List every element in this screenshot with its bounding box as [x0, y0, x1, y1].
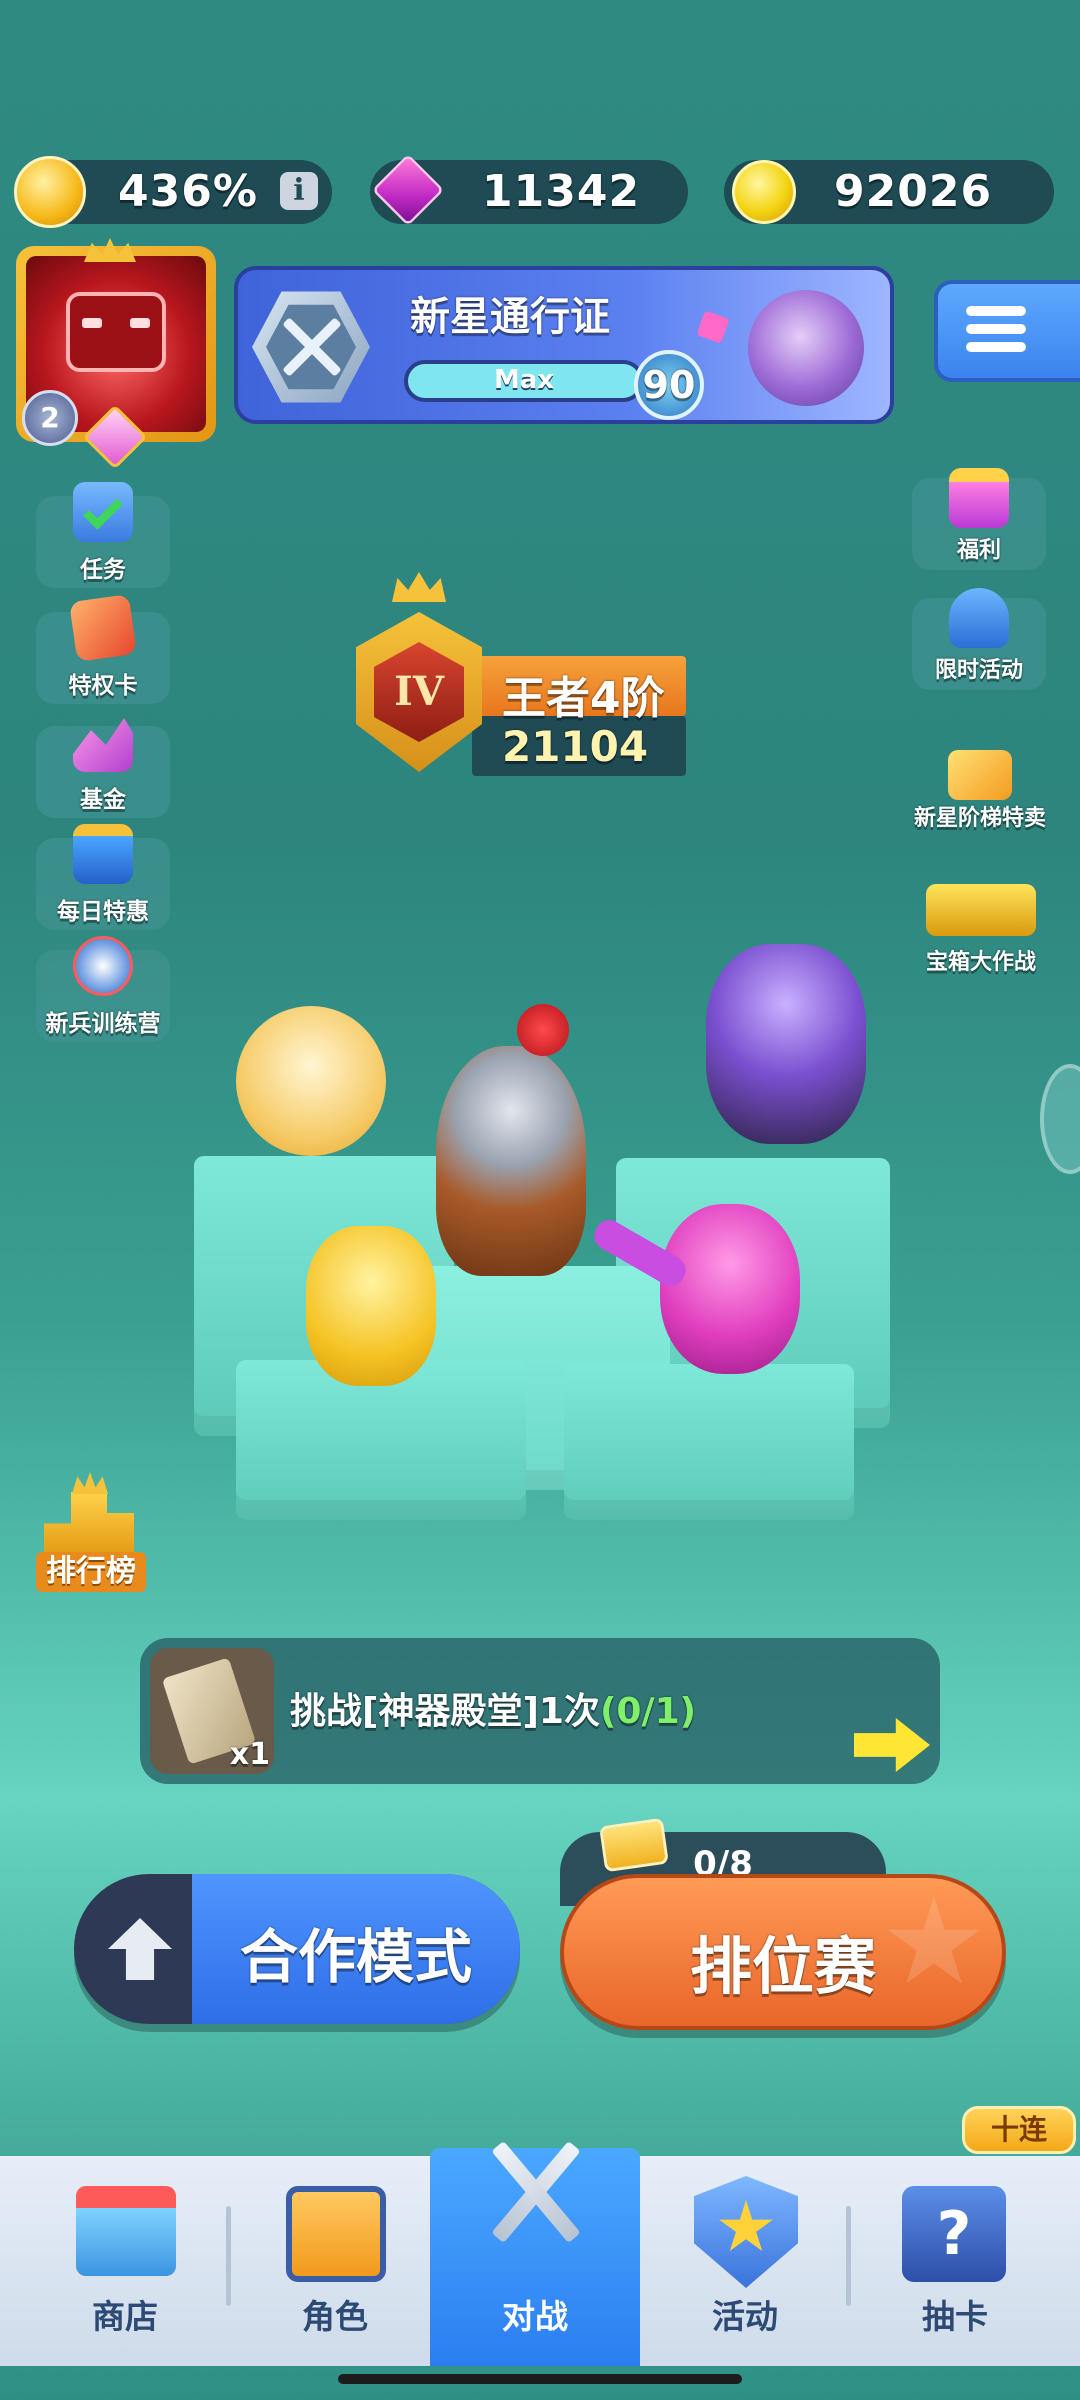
- nav-gacha[interactable]: ? 抽卡: [850, 2156, 1060, 2366]
- fund-chart-icon: [73, 718, 133, 772]
- profile-level-badge: 2: [22, 390, 78, 446]
- crown-coin-icon: [14, 156, 86, 228]
- gift-icon: [949, 468, 1009, 528]
- medal-icon: [73, 936, 133, 996]
- coop-mode-button[interactable]: 合作模式: [74, 1874, 520, 2024]
- treasure-chest-icon: [926, 884, 1036, 936]
- rank-info-plate: 王者4阶 21104: [472, 656, 686, 776]
- pink-brawler-character[interactable]: [660, 1204, 800, 1374]
- hamburger-icon: [966, 306, 1026, 352]
- character-cards-icon: [286, 2186, 386, 2282]
- crossed-swords-badge-icon: [252, 291, 370, 403]
- platform-front-right: [564, 1364, 854, 1520]
- challenge-progress: (0/1): [599, 1691, 697, 1732]
- nav-label: 抽卡: [922, 2297, 988, 2336]
- artifact-scroll-icon: x1: [150, 1648, 274, 1774]
- side-item-chest-battle[interactable]: 宝箱大作战: [904, 876, 1058, 976]
- side-item-label: 新兵训练营: [45, 1011, 161, 1037]
- leaderboard-label: 排行榜: [36, 1552, 146, 1592]
- side-item-label: 特权卡: [68, 673, 138, 699]
- nav-label: 对战: [502, 2297, 568, 2336]
- shop-icon: [76, 2186, 176, 2276]
- clock-icon: [949, 588, 1009, 648]
- side-item-label: 宝箱大作战: [925, 950, 1036, 975]
- coins-bar[interactable]: 92026: [724, 160, 1054, 224]
- side-item-limited-event[interactable]: 限时活动: [912, 588, 1046, 690]
- main-menu-button[interactable]: [934, 280, 1080, 382]
- crossed-swords-icon: [470, 2128, 600, 2258]
- side-item-label: 新星阶梯特卖: [913, 806, 1046, 831]
- star-pass-banner[interactable]: 新星通行证 Max 90: [234, 266, 894, 424]
- nav-characters[interactable]: 角色: [230, 2156, 440, 2366]
- side-item-recruit-camp[interactable]: 新兵训练营: [36, 936, 170, 1042]
- side-item-tasks[interactable]: 任务: [36, 482, 170, 588]
- ladder-sale-icon: [948, 750, 1012, 800]
- knight-plume-icon: [517, 1004, 569, 1056]
- nav-events[interactable]: 活动: [640, 2156, 850, 2366]
- challenge-text-line: 挑战[神器殿堂]1次(0/1): [290, 1682, 696, 1734]
- bottom-nav: 商店 角色 对战 活动 ? 抽卡: [0, 2140, 1080, 2366]
- side-item-label: 任务: [80, 557, 126, 583]
- up-arrow-icon: [108, 1918, 172, 1980]
- golden-character[interactable]: [306, 1226, 436, 1386]
- side-item-label: 每日特惠: [57, 899, 149, 925]
- leaderboard-crown-icon: [72, 1472, 108, 1494]
- character-stage: [190, 944, 910, 1540]
- coin-icon: [732, 160, 796, 224]
- rank-title: 王者4阶: [502, 673, 665, 724]
- home-indicator: [338, 2374, 742, 2384]
- rank-score: 21104: [502, 722, 649, 771]
- mystery-card-icon: ?: [902, 2186, 1006, 2282]
- ranked-match-button[interactable]: 排位赛: [560, 1874, 1006, 2030]
- rank-crown-icon: [392, 572, 446, 602]
- side-item-daily-deal[interactable]: 每日特惠: [36, 824, 170, 930]
- ticket-icon: [599, 1817, 669, 1873]
- daily-deal-icon: [73, 824, 133, 884]
- side-item-welfare[interactable]: 福利: [912, 468, 1046, 570]
- reward-count: x1: [229, 1737, 270, 1772]
- gems-value: 11342: [482, 166, 641, 217]
- nav-label: 商店: [92, 2297, 158, 2336]
- pass-progress-bar: Max: [404, 360, 644, 402]
- pass-monster-mascot-icon: [748, 290, 864, 406]
- nav-label: 活动: [712, 2297, 778, 2336]
- trophy-percent-bar[interactable]: 436% i: [14, 156, 332, 228]
- gems-bar[interactable]: 11342: [370, 153, 688, 227]
- rank-display[interactable]: 王者4阶 21104 IV: [336, 572, 696, 802]
- gem-icon: [371, 153, 445, 227]
- pass-title: 新星通行证: [410, 294, 610, 340]
- pass-level-badge: 90: [634, 350, 704, 420]
- edge-partial-button[interactable]: [1040, 1064, 1080, 1174]
- angel-character[interactable]: [236, 1006, 386, 1156]
- nav-shop[interactable]: 商店: [20, 2156, 230, 2366]
- nav-battle[interactable]: 对战: [430, 2140, 640, 2366]
- knight-character[interactable]: [436, 1046, 586, 1276]
- vip-card-icon: [69, 594, 137, 662]
- crown-frame-icon: [84, 238, 136, 262]
- side-item-label: 福利: [956, 538, 1001, 563]
- pass-sparkle-icon: [696, 310, 730, 344]
- side-item-label: 限时活动: [934, 658, 1023, 683]
- pass-progress-label: Max: [493, 365, 555, 395]
- trophy-percent-value: 436%: [118, 166, 258, 217]
- side-item-vip-card[interactable]: 特权卡: [36, 594, 170, 704]
- leaderboard-button[interactable]: 排行榜: [30, 1470, 150, 1600]
- side-item-label: 基金: [80, 787, 126, 813]
- nav-label: 角色: [302, 2297, 368, 2336]
- arrow-right-icon[interactable]: [854, 1718, 930, 1772]
- rank-shield-icon: IV: [356, 612, 482, 772]
- coop-mode-label: 合作模式: [239, 1923, 472, 1991]
- star-shield-icon: [694, 2176, 798, 2288]
- info-icon[interactable]: i: [280, 172, 318, 210]
- side-item-ladder-sale[interactable]: 新星阶梯特卖: [900, 746, 1060, 836]
- side-item-fund[interactable]: 基金: [36, 718, 170, 818]
- coop-mode-face: 合作模式: [192, 1874, 520, 2024]
- challenge-text: 挑战[神器殿堂]1次: [290, 1691, 600, 1732]
- clipboard-check-icon: [73, 482, 133, 542]
- rank-tier-numeral: IV: [394, 668, 444, 715]
- dark-monster-character[interactable]: [706, 944, 866, 1144]
- ten-pull-badge: 十连: [962, 2106, 1076, 2154]
- coins-value: 92026: [834, 166, 993, 217]
- challenge-task-bar[interactable]: x1 挑战[神器殿堂]1次(0/1): [140, 1638, 940, 1784]
